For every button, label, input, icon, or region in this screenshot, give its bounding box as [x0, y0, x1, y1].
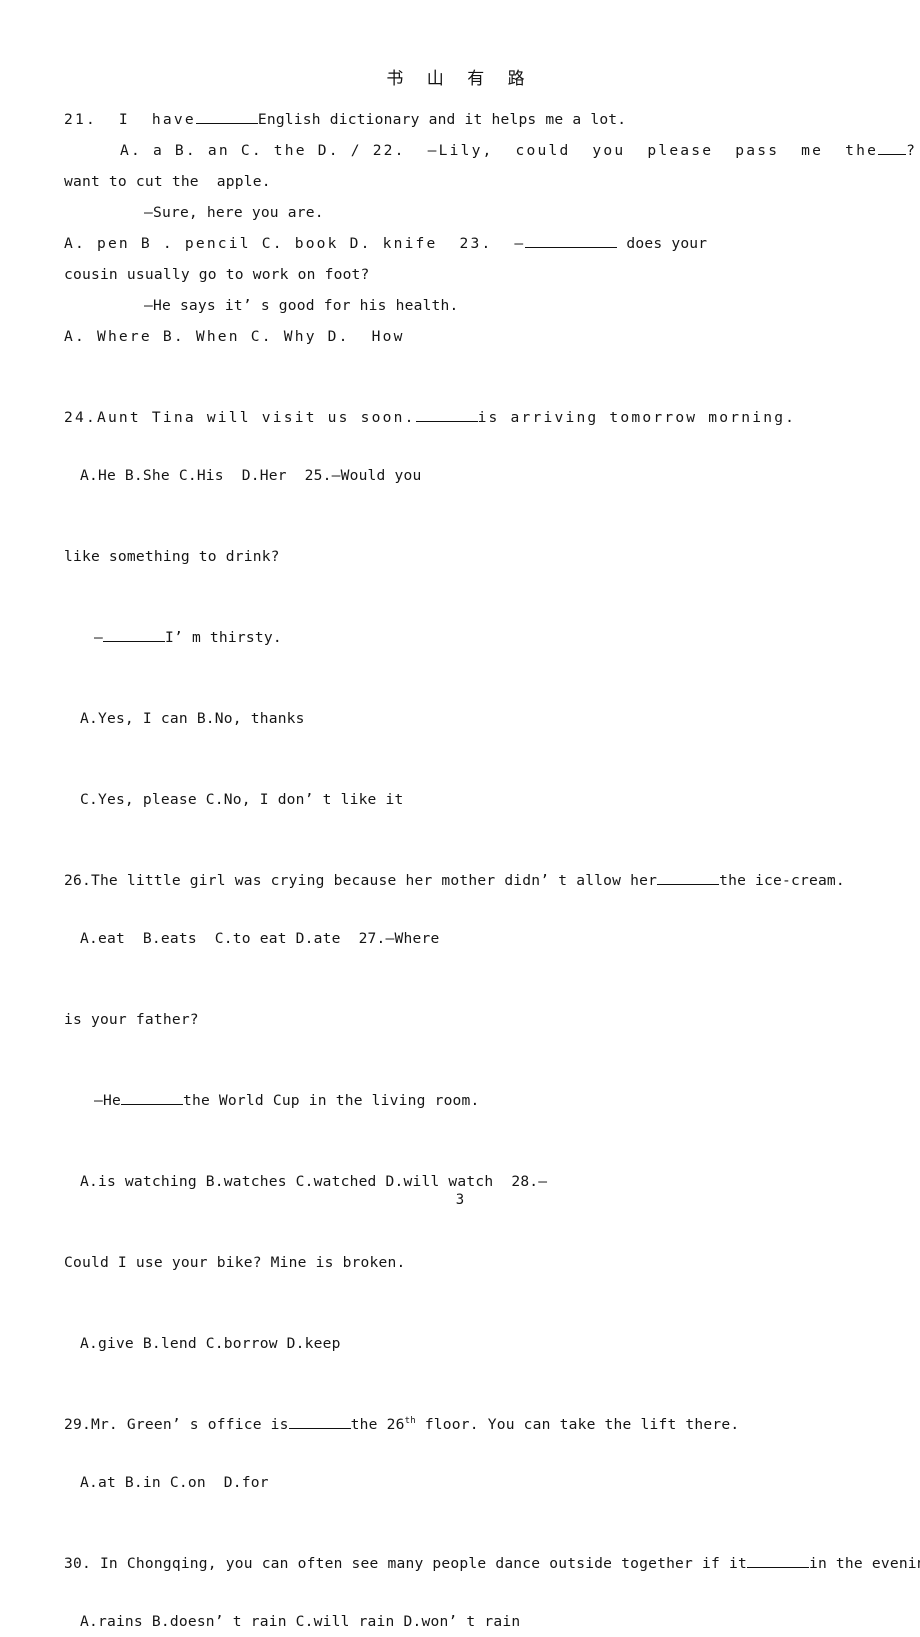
line-27-reply-a: —He — [94, 1092, 121, 1109]
page-number: 3 — [455, 1192, 465, 1208]
line-30-stem-a: 30. In Chongqing, you can often see many… — [64, 1555, 747, 1572]
answer-blank — [103, 628, 165, 642]
line-25-options-cd: C.Yes, please C.No, I don’ t like it — [80, 791, 404, 808]
line-27-options: A.is watching B.watches C.watched D.will… — [80, 1173, 548, 1190]
answer-blank — [195, 110, 258, 124]
line-23-reply: —He says it’ s good for his health. — [144, 297, 459, 314]
text-line: A. a B. an C. the D. / 22. —Lily, could … — [64, 135, 915, 166]
text-line: A.He B.She C.His D.Her 25.—Would you — [64, 460, 854, 491]
text-line: —He the World Cup in the living room. — [64, 1085, 854, 1116]
line-28-stem: Could I use your bike? Mine is broken. — [64, 1254, 406, 1271]
line-25-reply-b: I’ m thirsty. — [165, 629, 282, 646]
line-22-stem-c: want to cut the apple. — [64, 173, 271, 190]
text-line: cousin usually go to work on foot? — [64, 259, 854, 290]
line-28-options: A.give B.lend C.borrow D.keep — [80, 1335, 341, 1352]
line-22-reply: —Sure, here you are. — [144, 204, 324, 221]
line-23-stem-b: cousin usually go to work on foot? — [64, 266, 370, 283]
line-25-options-ab: A.Yes, I can B.No, thanks — [80, 710, 305, 727]
line-26-stem-b: the ice-cream. — [719, 872, 845, 889]
line-24-stem-b: is arriving tomorrow morning. — [477, 409, 797, 426]
line-29-options: A.at B.in C.on D.for — [80, 1474, 269, 1491]
text-line: C.Yes, please C.No, I don’ t like it — [64, 784, 854, 815]
line-27-stem-a: is your father? — [64, 1011, 199, 1028]
text-line: 30. In Chongqing, you can often see many… — [64, 1548, 920, 1579]
text-line: A. Where B. When C. Why D. How — [64, 321, 854, 352]
text-line: Could I use your bike? Mine is broken. — [64, 1247, 854, 1278]
text-line: like something to drink? — [64, 541, 854, 572]
text-line: 24.Aunt Tina will visit us soon. is arriv… — [64, 402, 854, 433]
text-line: —He says it’ s good for his health. — [64, 290, 854, 321]
line-22-stem-a: 22. —Lily, could you please pass me the — [372, 142, 879, 159]
line-21-options: A. a B. an C. the D. / — [120, 142, 373, 159]
text-line: want to cut the apple. — [64, 166, 854, 197]
text-line: A.eat B.eats C.to eat D.ate 27.—Where — [64, 923, 854, 954]
line-24-stem-a: 24.Aunt Tina will visit us soon. — [64, 409, 416, 426]
text-line: 29.Mr. Green’ s office is the 26th floor.… — [64, 1409, 854, 1440]
text-line: 21. I have English dictionary and it help… — [64, 104, 854, 135]
answer-blank — [415, 408, 478, 422]
line-26-options: A.eat B.eats C.to eat D.ate 27.—Where — [80, 930, 440, 947]
answer-blank — [746, 1554, 809, 1568]
line-22-options: A. pen B . pencil C. book D. knife 23. — — [64, 235, 526, 252]
document-body: 21. I have English dictionary and it help… — [64, 104, 920, 1637]
ordinal-suffix: th — [404, 1416, 416, 1427]
line-23-stem-a: does your — [617, 235, 708, 252]
answer-blank — [120, 1091, 183, 1105]
line-23-options: A. Where B. When C. Why D. How — [64, 328, 405, 345]
line-25-reply-a: — — [94, 629, 103, 646]
text-line: A.rains B.doesn’ t rain C.will rain D.wo… — [64, 1606, 854, 1637]
answer-blank — [288, 1415, 351, 1429]
line-29-stem-b: the 26 — [350, 1416, 405, 1433]
text-line: 26.The little girl was crying because he… — [64, 865, 854, 896]
line-30-options: A.rains B.doesn’ t rain C.will rain D.wo… — [80, 1613, 521, 1630]
line-21-stem-b: English dictionary and it helps me a lot… — [257, 111, 627, 128]
text-line: A.Yes, I can B.No, thanks — [64, 703, 854, 734]
answer-blank — [657, 871, 720, 885]
line-29-stem-c: floor. You can take the lift there. — [415, 1416, 740, 1433]
page-header-title: 书 山 有 路 — [386, 69, 534, 89]
line-24-options: A.He B.She C.His D.Her 25.—Would you — [80, 467, 422, 484]
line-27-reply-b: the World Cup in the living room. — [182, 1092, 480, 1109]
line-26-stem-a: 26.The little girl was crying because he… — [64, 872, 658, 889]
answer-blank — [525, 234, 618, 248]
line-30-stem-b: in the evening. — [808, 1555, 920, 1572]
line-21-stem-a: 21. I have — [64, 111, 196, 128]
line-29-stem-a: 29.Mr. Green’ s office is — [64, 1416, 289, 1433]
line-22-stem-b: ? I — [906, 142, 916, 159]
document-page: 书 山 有 路 21. I have English dictionary and… — [0, 0, 920, 1630]
text-line: —Sure, here you are. — [64, 197, 854, 228]
text-line: is your father? — [64, 1004, 854, 1035]
text-line: A. pen B . pencil C. book D. knife 23. —… — [64, 228, 854, 259]
answer-blank — [878, 141, 907, 155]
line-25-stem: like something to drink? — [64, 548, 280, 565]
text-line: A.give B.lend C.borrow D.keep — [64, 1328, 854, 1359]
text-line: A.at B.in C.on D.for — [64, 1467, 854, 1498]
text-line: — I’ m thirsty. — [64, 622, 854, 653]
